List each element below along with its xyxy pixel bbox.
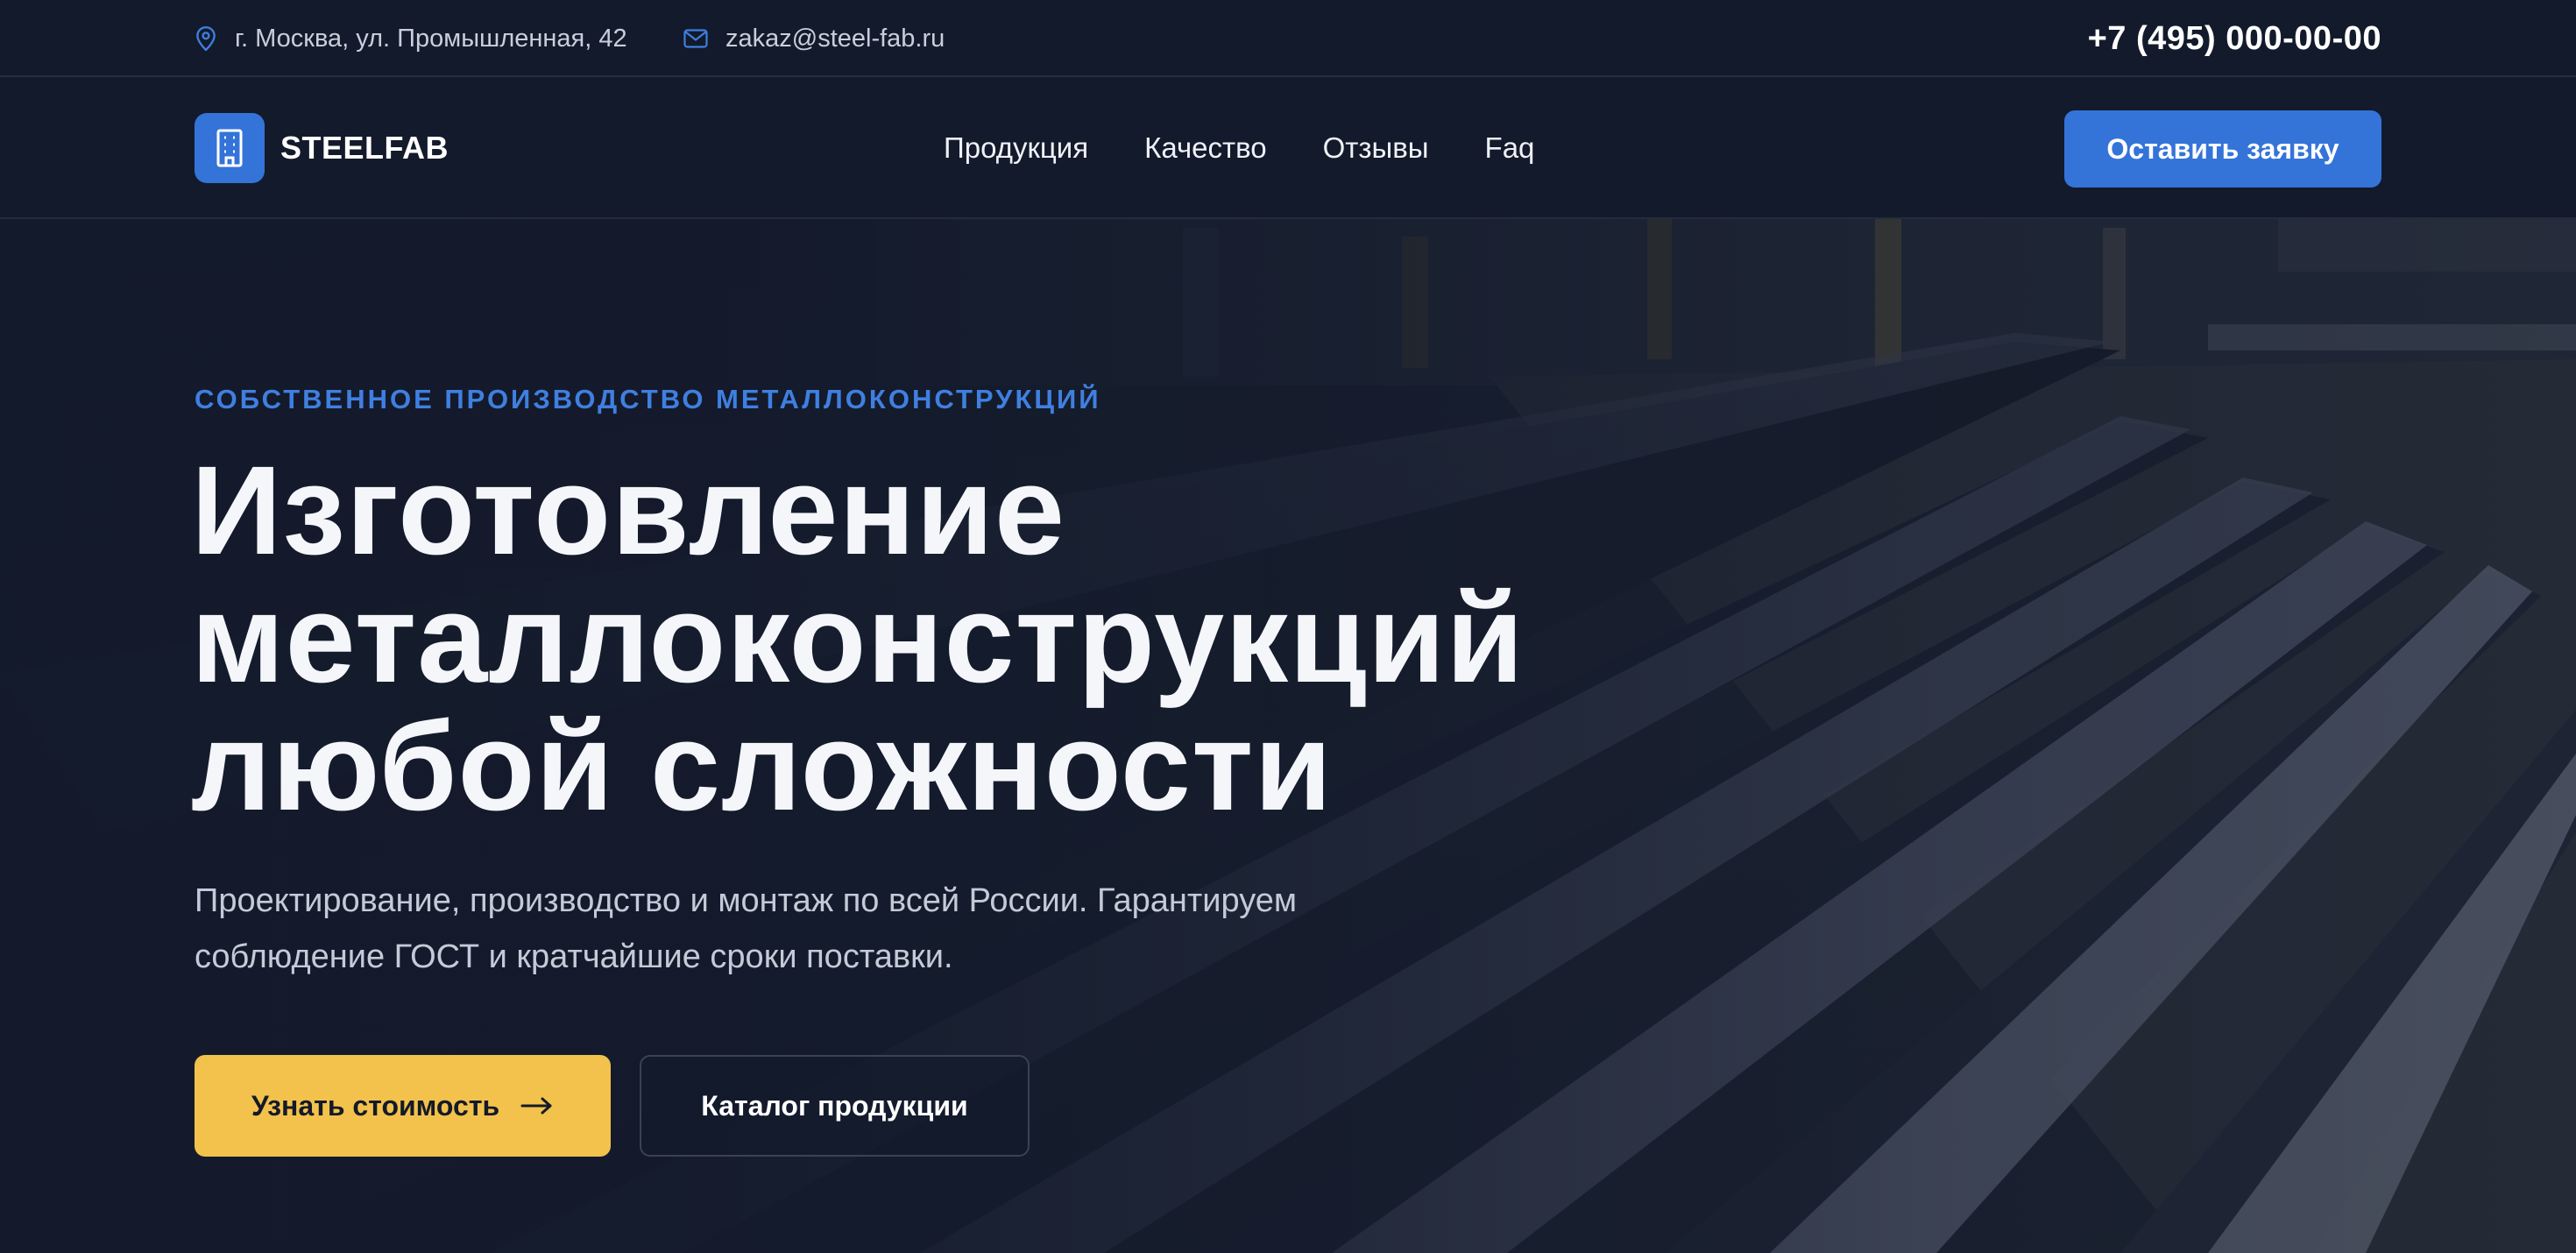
get-price-label: Узнать стоимость bbox=[251, 1089, 500, 1122]
email-link[interactable]: zakaz@steel-fab.ru bbox=[725, 25, 945, 53]
phone-link[interactable]: +7 (495) 000-00-00 bbox=[2088, 0, 2381, 77]
landing-page: г. Москва, ул. Промышленная, 42 zakaz@st… bbox=[0, 0, 2576, 1253]
headline-line-2: металлоконструкций bbox=[191, 568, 1525, 709]
logo[interactable]: STEELFAB bbox=[195, 113, 449, 183]
nav-item-quality[interactable]: Качество bbox=[1144, 131, 1267, 165]
headline-line-1: Изготовление bbox=[191, 440, 1065, 581]
catalog-label: Каталог продукции bbox=[701, 1089, 968, 1122]
nav-menu: Продукция Качество Отзывы Faq bbox=[944, 77, 1534, 219]
headline-line-3: любой сложности bbox=[191, 696, 1333, 837]
building-icon bbox=[216, 129, 243, 167]
hero-headline: Изготовление металлоконструкций любой сл… bbox=[191, 447, 1681, 831]
hero-eyebrow: СОБСТВЕННОЕ ПРОИЗВОДСТВО МЕТАЛЛОКОНСТРУК… bbox=[195, 384, 1101, 414]
main-navbar: STEELFAB Продукция Качество Отзывы Faq О… bbox=[0, 77, 2576, 219]
email-contact[interactable]: zakaz@steel-fab.ru bbox=[683, 0, 945, 77]
get-price-button[interactable]: Узнать стоимость bbox=[195, 1055, 611, 1157]
mail-icon bbox=[683, 29, 708, 48]
arrow-right-icon bbox=[520, 1097, 552, 1115]
request-button[interactable]: Оставить заявку bbox=[2064, 110, 2381, 188]
address-text: г. Москва, ул. Промышленная, 42 bbox=[235, 24, 627, 53]
logo-text: STEELFAB bbox=[280, 130, 449, 166]
logo-mark bbox=[195, 113, 265, 183]
subtitle-line-2: соблюдение ГОСТ и кратчайшие сроки поста… bbox=[195, 938, 953, 975]
map-pin-icon bbox=[196, 25, 216, 52]
nav-item-faq[interactable]: Faq bbox=[1485, 131, 1535, 165]
subtitle-line-1: Проектирование, производство и монтаж по… bbox=[195, 882, 1298, 919]
nav-item-reviews[interactable]: Отзывы bbox=[1323, 131, 1429, 165]
nav-item-products[interactable]: Продукция bbox=[944, 131, 1088, 165]
hero-subtitle: Проектирование, производство и монтаж по… bbox=[195, 873, 1509, 985]
catalog-button[interactable]: Каталог продукции bbox=[640, 1055, 1030, 1157]
top-info-bar: г. Москва, ул. Промышленная, 42 zakaz@st… bbox=[0, 0, 2576, 77]
address-contact: г. Москва, ул. Промышленная, 42 bbox=[195, 0, 627, 77]
